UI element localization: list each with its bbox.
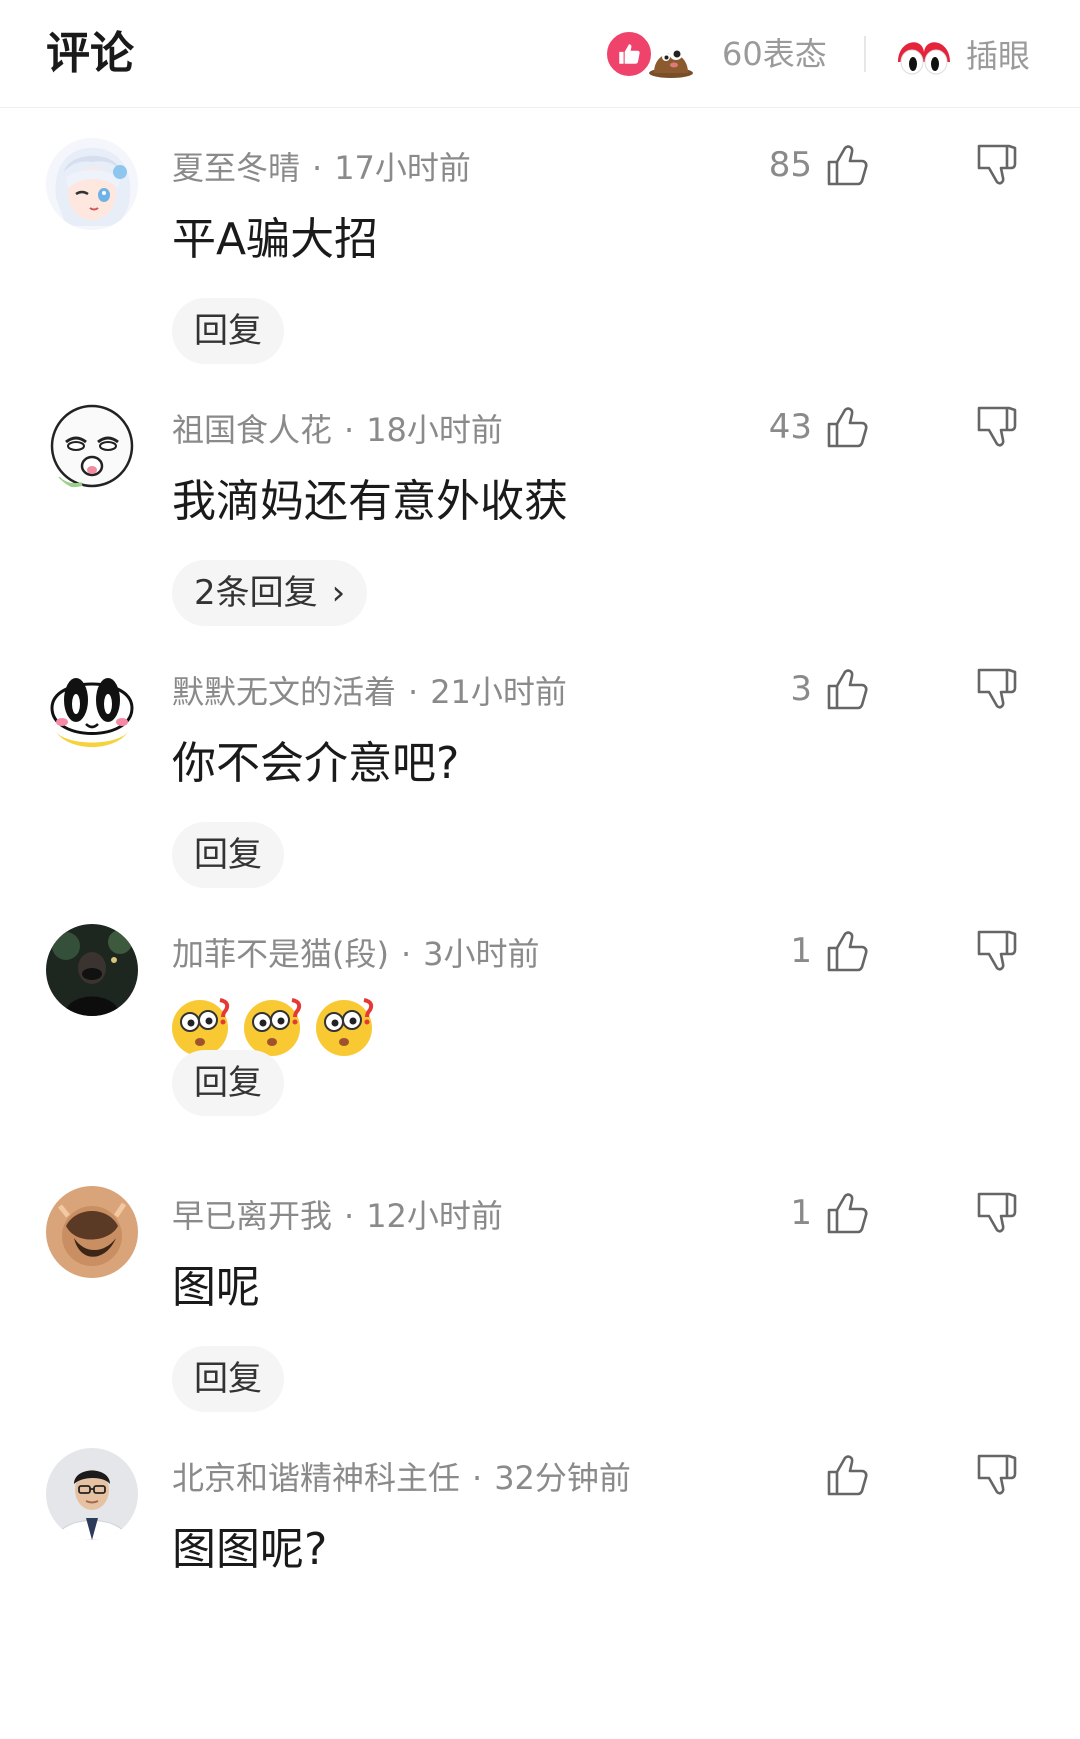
timestamp: 18小时前: [366, 411, 503, 449]
like-button[interactable]: 1: [790, 926, 870, 976]
peek-button[interactable]: 插眼: [896, 27, 1030, 81]
separator-dot: ·: [344, 411, 355, 449]
timestamp: 21小时前: [430, 673, 567, 711]
thumbs-up-icon: [827, 407, 868, 448]
reply-button[interactable]: 回复: [172, 298, 284, 364]
timestamp: 32分钟前: [494, 1459, 631, 1497]
dizzy-face-emoji: [244, 998, 302, 1056]
doctor-photo-avatar[interactable]: [46, 1448, 138, 1540]
like-button[interactable]: 3: [790, 664, 870, 714]
reply-label: 回复: [194, 311, 262, 351]
reply-label: 回复: [194, 1063, 262, 1103]
eyes-icon: [898, 42, 950, 75]
anime-girl-avatar[interactable]: [46, 138, 138, 230]
comment-meta: 加菲不是猫(段) · 3小时前: [172, 932, 540, 976]
separator-dot: ·: [400, 935, 412, 973]
thumbs-down-icon[interactable]: [976, 1188, 1020, 1238]
like-button[interactable]: 1: [790, 1188, 870, 1238]
reply-label: 回复: [194, 1359, 262, 1399]
like-count: 3: [790, 669, 812, 709]
view-replies-button[interactable]: 2条回复 ›: [172, 560, 368, 626]
comment-text: 你不会介意吧?: [172, 738, 460, 789]
thumbs-down-icon[interactable]: [976, 664, 1020, 714]
chevron-right-icon: ›: [331, 573, 346, 613]
separator-dot: ·: [472, 1459, 483, 1497]
comment-meta: 北京和谐精神科主任 · 32分钟前: [172, 1456, 631, 1500]
like-count: 43: [768, 407, 812, 447]
comment-meta: 默默无文的活着 · 21小时前: [172, 670, 567, 714]
reply-label: 2条回复: [194, 573, 318, 613]
thumbs-down-icon[interactable]: [976, 140, 1020, 190]
thumbs-up-icon: [827, 931, 868, 972]
like-button[interactable]: 43: [769, 402, 870, 452]
comment-item: 夏至冬晴 · 17小时前 85 平A骗大招 回复: [0, 108, 1080, 370]
separator-dot: ·: [408, 673, 419, 711]
like-count: 1: [790, 931, 812, 971]
comment-item: 早已离开我 · 12小时前 1 图呢 回复: [0, 1156, 1080, 1418]
big-eyes-avatar[interactable]: [46, 662, 138, 754]
thumbs-down-icon[interactable]: [976, 926, 1020, 976]
like-button[interactable]: 85: [769, 140, 870, 190]
reaction-count: 60表态: [722, 35, 827, 73]
comment-text: 我滴妈还有意外收获: [172, 476, 568, 527]
cartoon-face-avatar[interactable]: [46, 400, 138, 492]
reply-button[interactable]: 回复: [172, 1050, 284, 1116]
username[interactable]: 北京和谐精神科主任: [172, 1459, 460, 1497]
thumbs-up-icon: [827, 1455, 868, 1496]
like-reaction-icon: [604, 29, 654, 79]
separator-dot: ·: [344, 1197, 355, 1235]
dizzy-face-emoji: [316, 998, 374, 1056]
thumbs-up-icon: [827, 145, 868, 186]
comment-emojis: [168, 994, 384, 1058]
thumbs-down-icon[interactable]: [976, 402, 1020, 452]
username[interactable]: 祖国食人花: [172, 411, 332, 449]
timestamp: 3小时前: [423, 935, 540, 973]
comments-header: 评论 60表态 插眼: [0, 0, 1080, 108]
comment-text: 平A骗大招: [172, 214, 379, 265]
timestamp: 12小时前: [366, 1197, 503, 1235]
comment-item: 默默无文的活着 · 21小时前 3 你不会介意吧? 回复: [0, 632, 1080, 894]
header-divider: [864, 36, 866, 72]
like-button[interactable]: [812, 1450, 870, 1500]
peek-label: 插眼: [966, 37, 1031, 75]
comment-meta: 早已离开我 · 12小时前: [172, 1194, 503, 1238]
artwork-avatar[interactable]: [46, 1186, 138, 1278]
reply-button[interactable]: 回复: [172, 1346, 284, 1412]
comment-item: 北京和谐精神科主任 · 32分钟前 图图呢?: [0, 1418, 1080, 1739]
like-count: 1: [790, 1193, 812, 1233]
timestamp: 17小时前: [334, 149, 471, 187]
comment-item: 祖国食人花 · 18小时前 43 我滴妈还有意外收获 2条回复 ›: [0, 370, 1080, 632]
comment-item: 加菲不是猫(段) · 3小时前 1 回复: [0, 894, 1080, 1156]
page-title: 评论: [46, 28, 134, 79]
comment-text: 图图呢?: [172, 1524, 328, 1575]
dizzy-face-emoji: [172, 998, 230, 1056]
like-count: 85: [768, 145, 812, 185]
reactions-summary[interactable]: 60表态: [604, 27, 827, 81]
username[interactable]: 早已离开我: [172, 1197, 332, 1235]
comment-meta: 祖国食人花 · 18小时前: [172, 408, 503, 452]
reply-button[interactable]: 回复: [172, 822, 284, 888]
reply-label: 回复: [194, 835, 262, 875]
thumbs-down-icon[interactable]: [976, 1450, 1020, 1500]
username[interactable]: 加菲不是猫(段): [172, 935, 389, 973]
comment-text: 图呢: [172, 1262, 260, 1313]
comment-meta: 夏至冬晴 · 17小时前: [172, 146, 471, 190]
thumbs-up-icon: [827, 669, 868, 710]
thumbs-up-icon: [827, 1193, 868, 1234]
separator-dot: ·: [312, 149, 323, 187]
username[interactable]: 默默无文的活着: [172, 673, 396, 711]
username[interactable]: 夏至冬晴: [172, 149, 300, 187]
night-photo-avatar[interactable]: [46, 924, 138, 1016]
